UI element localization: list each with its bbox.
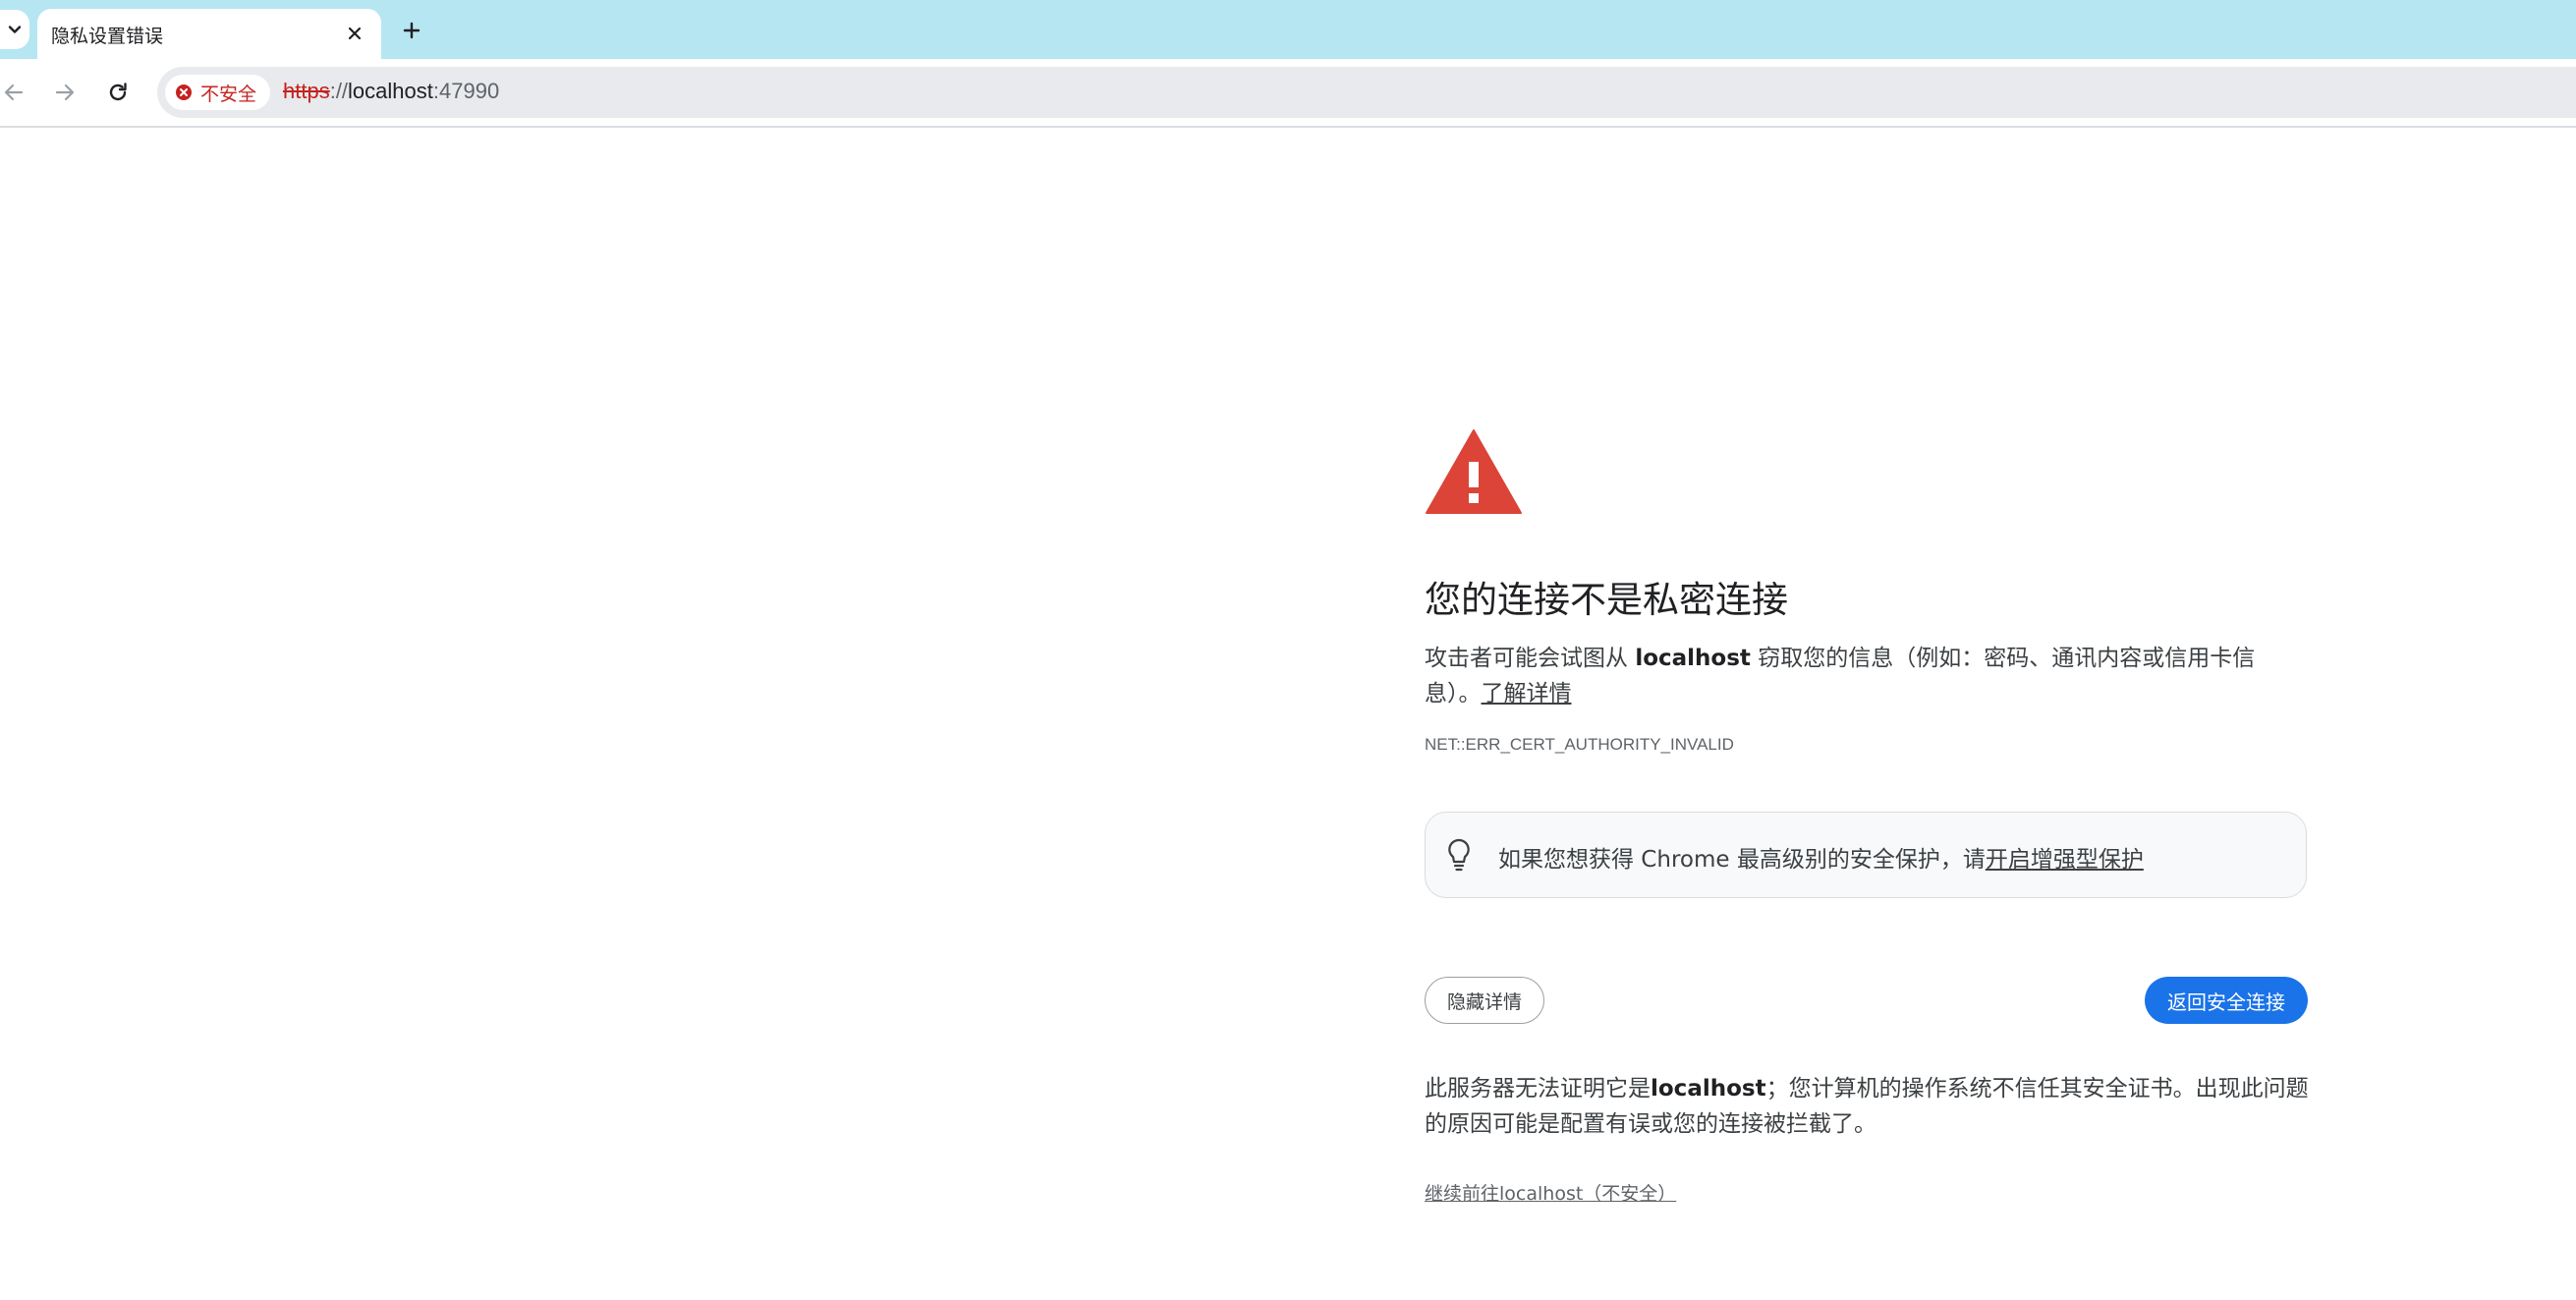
error-circle-icon [176, 85, 192, 100]
reload-button[interactable] [100, 75, 136, 110]
proceed-unsafe-link[interactable]: 继续前往localhost（不安全） [1425, 1179, 1676, 1206]
arrow-right-icon [55, 84, 75, 101]
tab-close-button[interactable] [340, 19, 369, 48]
url-separator: :// [329, 79, 349, 103]
toolbar: 不安全 https://localhost:47990 [0, 59, 2576, 128]
address-bar[interactable]: 不安全 https://localhost:47990 [157, 67, 2576, 118]
promo-text: 如果您想获得 Chrome 最高级别的安全保护，请开启增强型保护 [1498, 840, 2144, 874]
explanation-host: localhost [1635, 646, 1751, 671]
security-chip-label: 不安全 [200, 83, 257, 105]
lightbulb-icon [1448, 838, 1470, 872]
chevron-down-icon [8, 26, 22, 33]
enhanced-protection-link[interactable]: 开启增强型保护 [1986, 847, 2144, 873]
tab-title: 隐私设置错误 [51, 26, 164, 47]
arrow-left-icon [4, 84, 24, 101]
url-text[interactable]: https://localhost:47990 [283, 79, 499, 104]
details-text: 此服务器无法证明它是localhost；您计算机的操作系统不信任其安全证书。出现… [1425, 1071, 2309, 1142]
learn-more-link[interactable]: 了解详情 [1482, 681, 1572, 707]
new-tab-button[interactable] [395, 14, 428, 47]
close-icon [348, 27, 362, 40]
forward-button[interactable] [47, 75, 83, 110]
security-chip[interactable]: 不安全 [165, 75, 271, 110]
reload-icon [109, 83, 127, 101]
plus-icon [403, 22, 420, 39]
explanation-prefix: 攻击者可能会试图从 [1425, 646, 1636, 671]
back-button[interactable] [0, 75, 31, 110]
warning-triangle-icon [1426, 429, 1522, 514]
page-title: 您的连接不是私密连接 [1425, 579, 1788, 621]
explanation-text: 攻击者可能会试图从 localhost 窃取您的信息（例如：密码、通讯内容或信用… [1425, 641, 2309, 711]
tab-active[interactable]: 隐私设置错误 [37, 9, 381, 59]
url-port: :47990 [432, 79, 500, 103]
tab-strip: 隐私设置错误 [0, 0, 2576, 59]
error-code: NET::ERR_CERT_AUTHORITY_INVALID [1425, 735, 1734, 754]
back-to-safety-button[interactable]: 返回安全连接 [2145, 977, 2308, 1024]
tab-search-button[interactable] [0, 10, 29, 49]
details-host: localhost [1651, 1076, 1766, 1102]
enhanced-protection-promo: 如果您想获得 Chrome 最高级别的安全保护，请开启增强型保护 [1425, 812, 2307, 898]
url-host: localhost [348, 79, 433, 103]
hide-details-button[interactable]: 隐藏详情 [1425, 977, 1545, 1024]
details-prefix: 此服务器无法证明它是 [1425, 1076, 1651, 1102]
url-scheme: https [283, 79, 330, 103]
promo-message: 如果您想获得 Chrome 最高级别的安全保护，请 [1498, 847, 1986, 873]
